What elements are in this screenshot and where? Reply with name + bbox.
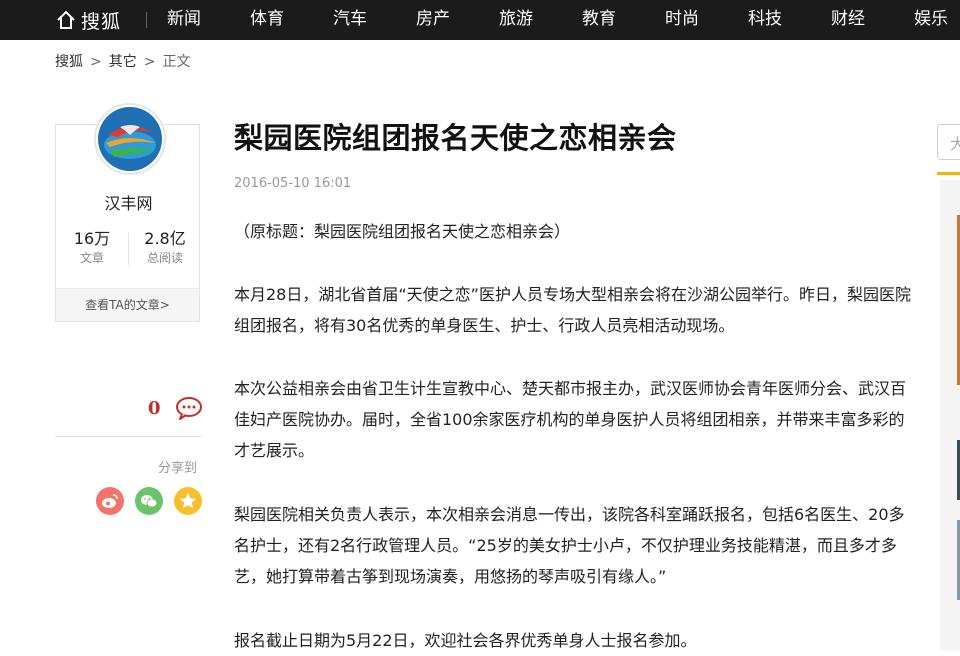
nav-item-fashion[interactable]: 时尚 — [665, 8, 699, 30]
nav-item-news[interactable]: 新闻 — [167, 8, 201, 30]
article-paragraph: 报名截止日期为5月22日，欢迎社会各界优秀单身人士报名参加。 — [234, 631, 697, 650]
home-icon — [57, 10, 75, 29]
author-logo-icon — [98, 107, 162, 171]
reads-label: 总阅读 — [146, 251, 183, 265]
breadcrumb-separator: > — [90, 54, 102, 70]
nav-item-education[interactable]: 教育 — [582, 8, 616, 30]
article-paragraph: 本次公益相亲会由省卫生计生宣教中心、楚天都市报主办，武汉医师协会青年医师分会、武… — [234, 379, 907, 460]
article-paragraph: 本月28日，湖北省首届“天使之恋”医护人员专场大型相亲会将在沙湖公园举行。昨日，… — [234, 285, 911, 335]
stat-reads: 2.8亿 总阅读 — [129, 229, 201, 266]
breadcrumb-current: 正文 — [162, 54, 191, 70]
logo-text: 搜狐 — [81, 10, 122, 33]
articles-count: 16万 — [73, 229, 111, 248]
article-date: 2016-05-10 16:01 — [234, 176, 352, 191]
sidebar-search-input[interactable]: 大 — [937, 124, 960, 160]
share-divider — [55, 436, 202, 437]
top-nav-bar: 搜狐 新闻 体育 汽车 房产 旅游 教育 时尚 科技 财经 娱乐 — [0, 0, 960, 40]
breadcrumb-home[interactable]: 搜狐 — [55, 54, 83, 70]
logo-divider — [146, 12, 147, 28]
author-name[interactable]: 汉丰网 — [56, 190, 201, 214]
sohu-logo[interactable]: 搜狐 — [55, 6, 121, 34]
share-weibo-button[interactable] — [96, 487, 124, 515]
article-paragraph: （原标题：梨园医院组团报名天使之恋相亲会） — [234, 222, 571, 241]
article-title: 梨园医院组团报名天使之恋相亲会 — [234, 121, 677, 155]
comment-bubble-icon[interactable] — [175, 396, 203, 420]
reads-count: 2.8亿 — [144, 229, 186, 248]
nav-item-tech[interactable]: 科技 — [748, 8, 782, 30]
share-favorite-button[interactable] — [174, 487, 202, 515]
share-wechat-button[interactable] — [135, 487, 163, 515]
nav-item-auto[interactable]: 汽车 — [333, 8, 367, 30]
breadcrumb: 搜狐 > 其它 > 正文 — [55, 53, 190, 71]
weibo-icon — [96, 487, 124, 515]
nav-item-entertainment[interactable]: 娱乐 — [914, 8, 948, 30]
share-label: 分享到 — [158, 461, 198, 476]
search-placeholder: 大 — [950, 135, 960, 153]
stat-articles: 16万 文章 — [56, 229, 128, 266]
author-card: 汉丰网 16万 文章 2.8亿 总阅读 查看TA的文章> — [55, 103, 201, 322]
star-icon — [174, 487, 202, 515]
nav-item-house[interactable]: 房产 — [416, 8, 450, 30]
article-paragraph: 梨园医院相关负责人表示，本次相亲会消息一传出，该院各科室踊跃报名，包括6名医生、… — [234, 505, 905, 586]
nav-item-travel[interactable]: 旅游 — [499, 8, 533, 30]
comment-count[interactable]: 0 — [148, 398, 161, 419]
sidebar-accent-line — [937, 172, 960, 175]
view-author-articles-link[interactable]: 查看TA的文章> — [56, 288, 199, 321]
articles-label: 文章 — [79, 251, 104, 265]
breadcrumb-separator: > — [143, 54, 156, 70]
breadcrumb-category[interactable]: 其它 — [109, 54, 137, 70]
nav-item-finance[interactable]: 财经 — [831, 8, 865, 30]
author-avatar[interactable] — [94, 103, 166, 175]
wechat-icon — [135, 487, 163, 515]
nav-item-sports[interactable]: 体育 — [250, 8, 284, 30]
